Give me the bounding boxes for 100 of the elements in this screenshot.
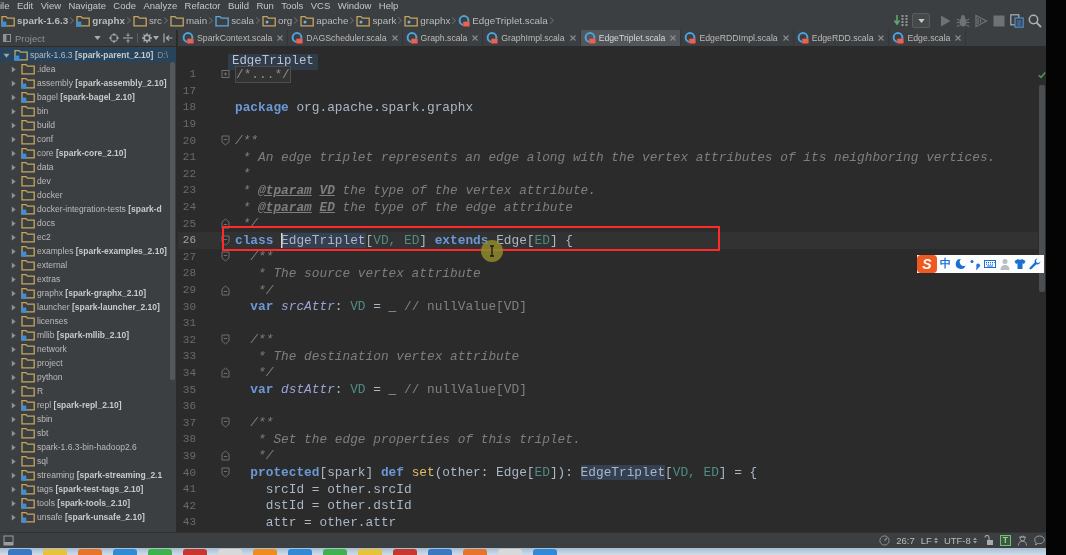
fold-marker-icon[interactable] (220, 334, 230, 346)
tree-item[interactable]: bagel [spark-bagel_2.10] (0, 90, 170, 104)
caret-position[interactable]: 26:7 (896, 535, 915, 546)
breadcrumb-item[interactable]: scala (214, 11, 262, 30)
tree-item[interactable]: network (0, 342, 170, 356)
wrench-icon[interactable] (1029, 258, 1041, 270)
tree-item[interactable]: core [spark-core_2.10] (0, 146, 170, 160)
editor-tab[interactable]: DAGScheduler.scala (288, 30, 403, 46)
tree-arrow-icon[interactable] (10, 121, 17, 129)
close-icon[interactable] (782, 35, 789, 41)
editor-tab[interactable]: SparkContext.scala (179, 30, 289, 46)
tree-item[interactable]: unsafe [spark-unsafe_2.10] (0, 510, 170, 524)
tool-window-icon[interactable] (3, 34, 11, 42)
tree-arrow-icon[interactable] (10, 247, 17, 255)
tree-item[interactable]: sbin (0, 412, 170, 426)
fold-marker-icon[interactable] (220, 467, 230, 479)
hide-panel-icon[interactable] (163, 33, 173, 43)
menu-item[interactable]: Refactor (180, 0, 225, 11)
tree-arrow-icon[interactable] (10, 471, 17, 479)
editor-tab[interactable]: EdgeTriplet.scala (580, 30, 682, 46)
tree-arrow-icon[interactable] (10, 317, 17, 325)
crosshair-icon[interactable] (109, 33, 119, 43)
tree-item[interactable]: docker (0, 188, 170, 202)
menu-item[interactable]: View (36, 0, 65, 11)
fold-marker-icon[interactable] (220, 417, 230, 429)
tree-item[interactable]: repl [spark-repl_2.10] (0, 398, 170, 412)
fold-marker-icon[interactable] (220, 218, 230, 230)
menu-item[interactable]: ile (0, 0, 14, 11)
breadcrumb-item[interactable]: spark-1.6.3 (0, 11, 76, 30)
tree-item[interactable]: spark-1.6.3 [spark-parent_2.10] D:\ (0, 48, 176, 62)
view-mode-dropdown[interactable]: Project (15, 32, 105, 44)
menu-item[interactable]: Analyze (139, 0, 181, 11)
tree-item[interactable]: graphx [spark-graphx_2.10] (0, 286, 170, 300)
editor-tab[interactable]: EdgeRDDImpl.scala (681, 30, 794, 46)
project-structure-icon[interactable] (1010, 13, 1024, 28)
tree-arrow-icon[interactable] (10, 107, 17, 115)
breadcrumb-item[interactable]: spark (355, 11, 404, 30)
menu-item[interactable]: Code (109, 0, 140, 11)
close-icon[interactable] (472, 35, 479, 41)
settings-icon[interactable] (142, 33, 152, 43)
tree-item[interactable]: bin (0, 104, 170, 118)
shirt-icon[interactable] (1014, 258, 1026, 270)
tree-item[interactable]: mllib [spark-mllib_2.10] (0, 328, 170, 342)
tool-windows-icon[interactable] (3, 535, 14, 546)
menu-item[interactable]: Tools (277, 0, 308, 11)
breadcrumb-item[interactable]: src (131, 11, 169, 30)
tree-arrow-icon[interactable] (10, 443, 17, 451)
tree-item[interactable]: assembly [spark-assembly_2.10] (0, 76, 170, 90)
tree-arrow-icon[interactable] (10, 261, 17, 269)
build-icon[interactable] (894, 13, 908, 28)
tree-arrow-icon[interactable] (10, 177, 17, 185)
encoding-selector[interactable]: UTF-8 (943, 535, 977, 546)
person-icon[interactable] (1017, 535, 1028, 546)
menu-item[interactable]: Navigate (64, 0, 110, 11)
tree-arrow-icon[interactable] (10, 373, 17, 381)
editor-tab[interactable]: GraphImpl.scala (483, 30, 581, 46)
tree-arrow-icon[interactable] (10, 163, 17, 171)
tree-item[interactable]: docker-integration-tests [spark-d (0, 202, 170, 216)
close-icon[interactable] (955, 35, 962, 41)
tree-item[interactable]: external (0, 258, 170, 272)
tree-item[interactable]: examples [spark-examples_2.10] (0, 244, 170, 258)
breadcrumb-item[interactable]: main (168, 11, 215, 30)
editor-tab[interactable]: EdgeRDD.scala (793, 30, 890, 46)
editor-tab[interactable]: Graph.scala (402, 30, 484, 46)
tree-item[interactable]: tools [spark-tools_2.10] (0, 496, 170, 510)
tree-arrow-icon[interactable] (10, 135, 17, 143)
tree-arrow-icon[interactable] (10, 65, 17, 73)
tree-arrow-icon[interactable] (10, 429, 17, 437)
line-separator-selector[interactable]: LF (920, 535, 938, 546)
ime-logo[interactable]: S (917, 255, 937, 273)
tree-arrow-icon[interactable] (10, 79, 17, 87)
scrollbar-thumb[interactable] (170, 62, 175, 380)
menu-item[interactable]: Run (252, 0, 278, 11)
menu-item[interactable]: VCS (307, 0, 334, 11)
fold-marker-icon[interactable] (220, 234, 230, 246)
tree-arrow-icon[interactable] (3, 51, 10, 59)
menu-item[interactable]: Window (334, 0, 376, 11)
tree-arrow-icon[interactable] (10, 499, 17, 507)
tree-item[interactable]: .idea (0, 62, 170, 76)
close-icon[interactable] (878, 35, 885, 41)
punctuation-icon[interactable] (969, 258, 981, 270)
tree-item[interactable]: tags [spark-test-tags_2.10] (0, 482, 170, 496)
tree-item[interactable]: extras (0, 272, 170, 286)
chat-bubble-icon[interactable] (1034, 535, 1045, 546)
breadcrumb-item[interactable]: graphx (75, 11, 132, 30)
padlock-icon[interactable] (982, 535, 994, 546)
breadcrumb-item[interactable]: org (261, 11, 300, 30)
tree-item[interactable]: launcher [spark-launcher_2.10] (0, 300, 170, 314)
keyboard-icon[interactable] (984, 258, 996, 270)
close-icon[interactable] (277, 35, 284, 41)
tree-arrow-icon[interactable] (10, 359, 17, 367)
tree-arrow-icon[interactable] (10, 415, 17, 423)
status-badge[interactable]: T (999, 535, 1011, 546)
tree-arrow-icon[interactable] (10, 219, 17, 227)
fold-marker-icon[interactable] (220, 251, 230, 263)
breadcrumb-item[interactable]: EdgeTriplet.scala (457, 11, 555, 30)
tree-arrow-icon[interactable] (10, 149, 17, 157)
tree-arrow-icon[interactable] (10, 457, 17, 465)
breadcrumb-item[interactable]: apache (299, 11, 356, 30)
tree-item[interactable]: sbt (0, 426, 170, 440)
